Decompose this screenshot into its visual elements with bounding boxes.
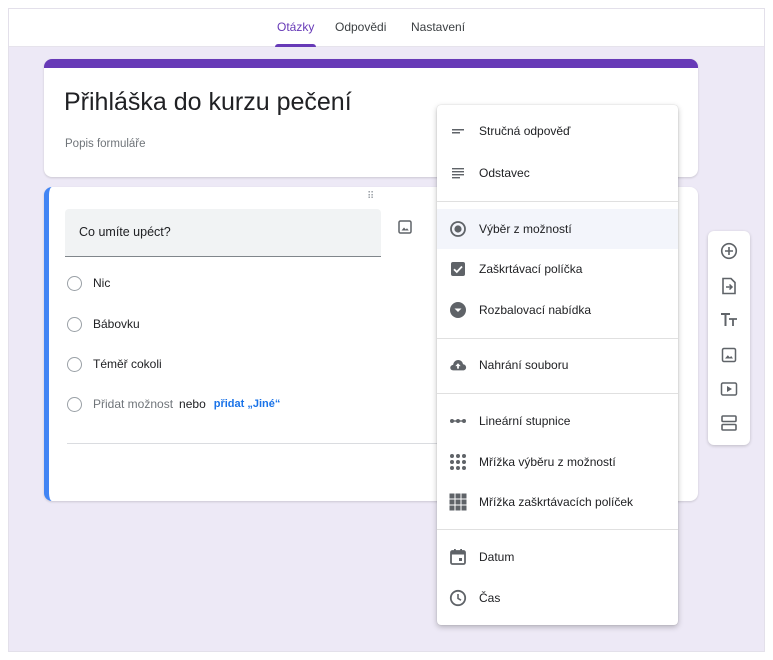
add-image-icon[interactable] <box>397 219 413 235</box>
form-title[interactable]: Přihláška do kurzu pečení <box>64 88 352 117</box>
add-other-link[interactable]: přidat „Jiné“ <box>214 398 281 410</box>
radio-button-icon <box>67 275 82 291</box>
menu-item-label: Čas <box>479 591 501 605</box>
menu-divider <box>437 338 678 339</box>
radio-button-icon <box>67 396 82 412</box>
checkbox-grid-icon <box>449 493 467 511</box>
radio-button-icon <box>67 316 82 332</box>
add-question-icon[interactable] <box>719 241 739 261</box>
option-label[interactable]: Téměř cokoli <box>93 357 162 371</box>
radio-button-icon <box>449 220 467 238</box>
menu-item-checkboxes[interactable]: Zaškrtávací políčka <box>437 249 678 289</box>
option-label[interactable]: Bábovku <box>93 317 140 331</box>
add-title-icon[interactable] <box>719 310 739 330</box>
menu-divider <box>437 393 678 394</box>
short-answer-icon <box>449 122 467 140</box>
menu-item-file-upload[interactable]: Nahrání souboru <box>437 345 678 385</box>
linear-scale-icon <box>449 412 467 430</box>
menu-item-label: Lineární stupnice <box>479 414 571 428</box>
question-title-text: Co umíte upéct? <box>79 225 171 239</box>
menu-item-label: Zaškrtávací políčka <box>479 262 583 276</box>
menu-item-label: Mřížka výběru z možností <box>479 455 616 469</box>
cloud-upload-icon <box>449 356 467 374</box>
menu-item-checkbox-grid[interactable]: Mřížka zaškrtávacích políček <box>437 482 678 522</box>
tab-settings[interactable]: Nastavení <box>411 9 465 47</box>
menu-divider <box>437 529 678 530</box>
menu-item-multiple-choice-grid[interactable]: Mřížka výběru z možností <box>437 442 678 482</box>
menu-item-paragraph[interactable]: Odstavec <box>437 153 678 193</box>
dropdown-icon <box>449 301 467 319</box>
tab-questions[interactable]: Otázky <box>274 9 317 47</box>
add-section-icon[interactable] <box>719 413 739 433</box>
option-row: Téměř cokoli <box>67 354 162 374</box>
card-divider <box>67 443 467 444</box>
menu-item-dropdown[interactable]: Rozbalovací nabídka <box>437 290 678 330</box>
add-option-link[interactable]: Přidat možnost <box>93 397 173 411</box>
side-toolbar <box>708 231 750 445</box>
clock-icon <box>449 589 467 607</box>
menu-item-short-answer[interactable]: Stručná odpověď <box>437 111 678 151</box>
menu-item-label: Rozbalovací nabídka <box>479 303 592 317</box>
menu-item-date[interactable]: Datum <box>437 537 678 577</box>
question-type-menu: Stručná odpověď Odstavec Výběr z možnost… <box>437 105 678 625</box>
menu-item-label: Mřížka zaškrtávacích políček <box>479 495 634 509</box>
option-row: Nic <box>67 273 110 293</box>
menu-divider <box>437 201 678 202</box>
menu-item-multiple-choice[interactable]: Výběr z možností <box>437 209 678 249</box>
menu-item-linear-scale[interactable]: Lineární stupnice <box>437 401 678 441</box>
tab-responses[interactable]: Odpovědi <box>335 9 386 47</box>
add-image-icon[interactable] <box>719 345 739 365</box>
radio-button-icon <box>67 356 82 372</box>
or-text: nebo <box>179 397 206 411</box>
top-tab-bar: Otázky Odpovědi Nastavení <box>9 9 764 47</box>
option-label[interactable]: Nic <box>93 276 110 290</box>
paragraph-icon <box>449 164 467 182</box>
import-questions-icon[interactable] <box>719 276 739 296</box>
form-description-field[interactable]: Popis formuláře <box>65 138 146 150</box>
form-editor: Otázky Odpovědi Nastavení Přihláška do k… <box>8 8 765 652</box>
menu-item-label: Stručná odpověď <box>479 124 571 138</box>
checkbox-icon <box>449 260 467 278</box>
menu-item-label: Nahrání souboru <box>479 358 569 372</box>
option-row: Bábovku <box>67 314 140 334</box>
question-title-field[interactable]: Co umíte upéct? <box>65 209 381 257</box>
add-option-row: Přidat možnost nebo přidat „Jiné“ <box>67 394 280 414</box>
drag-handle-icon[interactable]: ⠿ <box>367 191 375 202</box>
calendar-icon <box>449 548 467 566</box>
menu-item-label: Odstavec <box>479 166 530 180</box>
menu-item-time[interactable]: Čas <box>437 578 678 618</box>
add-video-icon[interactable] <box>719 379 739 399</box>
multiple-choice-grid-icon <box>449 453 467 471</box>
menu-item-label: Datum <box>479 550 515 564</box>
menu-item-label: Výběr z možností <box>479 222 572 236</box>
